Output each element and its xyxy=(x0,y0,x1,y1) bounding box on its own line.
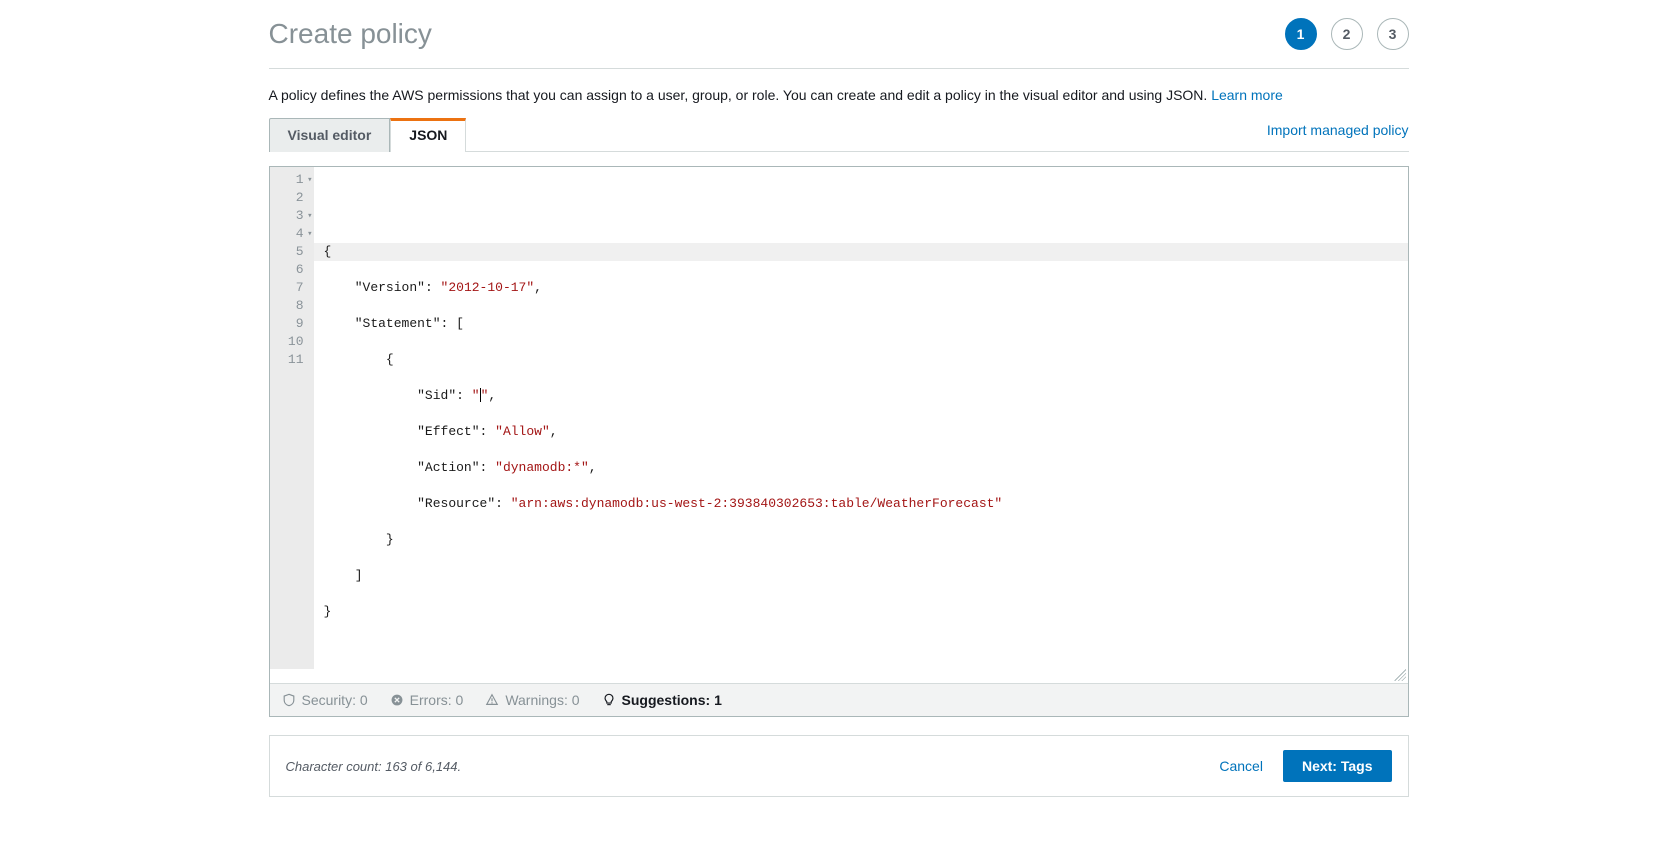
tabs: Visual editor JSON xyxy=(269,117,467,151)
import-managed-policy-link[interactable]: Import managed policy xyxy=(1267,122,1409,146)
line-number: 2 xyxy=(270,189,304,207)
warning-icon xyxy=(485,693,499,707)
step-2[interactable]: 2 xyxy=(1331,18,1363,50)
description: A policy defines the AWS permissions tha… xyxy=(269,87,1409,103)
wizard-steps: 1 2 3 xyxy=(1285,18,1409,50)
text-cursor xyxy=(480,388,481,402)
line-number: 4 xyxy=(270,225,304,243)
line-number: 7 xyxy=(270,279,304,297)
tab-visual-editor[interactable]: Visual editor xyxy=(269,118,391,152)
status-security[interactable]: Security: 0 xyxy=(282,692,368,708)
line-number: 5 xyxy=(270,243,304,261)
code-area[interactable]: { "Version": "2012-10-17", "Statement": … xyxy=(314,167,1408,669)
learn-more-link[interactable]: Learn more xyxy=(1211,87,1283,103)
json-editor: 1 2 3 4 5 6 7 8 9 10 11 { "Version": "20… xyxy=(269,166,1409,717)
step-1[interactable]: 1 xyxy=(1285,18,1317,50)
lightbulb-icon xyxy=(602,693,616,707)
shield-icon xyxy=(282,693,296,707)
line-number: 8 xyxy=(270,297,304,315)
line-number: 11 xyxy=(270,351,304,369)
line-number: 10 xyxy=(270,333,304,351)
cancel-button[interactable]: Cancel xyxy=(1219,758,1263,774)
line-number: 6 xyxy=(270,261,304,279)
tab-json[interactable]: JSON xyxy=(390,118,466,152)
page-title: Create policy xyxy=(269,18,432,50)
header: Create policy 1 2 3 xyxy=(269,18,1409,69)
tab-row: Visual editor JSON Import managed policy xyxy=(269,117,1409,152)
code-content: { "Version": "2012-10-17", "Statement": … xyxy=(324,225,1408,657)
resize-handle[interactable] xyxy=(1394,669,1406,681)
line-number: 3 xyxy=(270,207,304,225)
status-warnings[interactable]: Warnings: 0 xyxy=(485,692,579,708)
code-editor[interactable]: 1 2 3 4 5 6 7 8 9 10 11 { "Version": "20… xyxy=(270,167,1408,669)
line-gutter: 1 2 3 4 5 6 7 8 9 10 11 xyxy=(270,167,314,669)
footer-actions: Cancel Next: Tags xyxy=(1219,750,1391,782)
step-3[interactable]: 3 xyxy=(1377,18,1409,50)
footer: Character count: 163 of 6,144. Cancel Ne… xyxy=(269,735,1409,797)
error-icon xyxy=(390,693,404,707)
next-tags-button[interactable]: Next: Tags xyxy=(1283,750,1392,782)
line-number: 9 xyxy=(270,315,304,333)
editor-status-bar: Security: 0 Errors: 0 Warnings: 0 Sugges… xyxy=(270,683,1408,716)
status-suggestions[interactable]: Suggestions: 1 xyxy=(602,692,722,708)
description-text: A policy defines the AWS permissions tha… xyxy=(269,87,1212,103)
character-count: Character count: 163 of 6,144. xyxy=(286,759,462,774)
line-number: 1 xyxy=(270,171,304,189)
status-errors[interactable]: Errors: 0 xyxy=(390,692,464,708)
